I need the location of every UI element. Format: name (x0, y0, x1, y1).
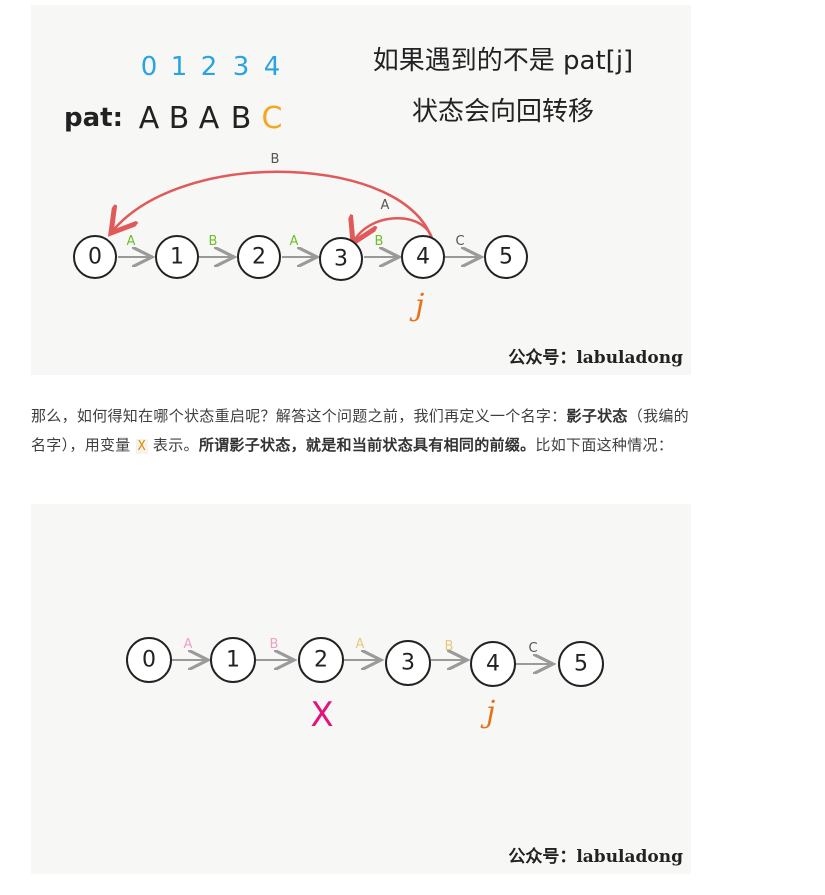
figure-shadow-state: A B A B C 0 1 2 3 4 5 X j 公众号：labuladong (31, 504, 691, 874)
svg-text:3: 3 (334, 247, 348, 272)
state-node-3: 3 (319, 237, 363, 281)
fig2-state-node-5: 5 (558, 641, 604, 687)
svg-text:2: 2 (252, 245, 266, 270)
fig2-state-node-0: 0 (126, 637, 172, 683)
title-line-1: 如果遇到的不是 pat[j] (373, 46, 633, 76)
state-node-2: 2 (237, 235, 281, 279)
fig1-svg: 0 1 2 3 4 pat: A B A B C 如果遇到的不是 pat[j] … (64, 46, 683, 368)
shadow-x-label: X (310, 695, 333, 735)
svg-text:4: 4 (486, 652, 500, 677)
fig2-edge-1-2-label: B (270, 637, 279, 652)
fig2-edge-4-5-label: C (528, 641, 537, 656)
para-text-4: 比如下面这种情况： (535, 436, 674, 454)
pointer-j: j (409, 288, 424, 323)
svg-text:5: 5 (499, 245, 513, 270)
svg-text:0: 0 (88, 245, 102, 270)
pat-char-2: A (199, 101, 220, 136)
edge-3-4-label: B (375, 234, 384, 249)
state-node-4: 4 (401, 235, 445, 279)
back-edge-4-to-0-label: B (271, 152, 280, 167)
fig2-svg: A B A B C 0 1 2 3 4 5 X j 公众号：labuladong (126, 637, 683, 867)
title-line-2: 状态会向回转移 (412, 97, 594, 127)
index-0: 0 (141, 52, 158, 82)
edge-4-5-label: C (455, 234, 464, 249)
edge-1-2-label: B (209, 234, 218, 249)
pat-chars: A B A B C (139, 101, 283, 136)
inline-code-x: X (135, 439, 148, 454)
state-node-0: 0 (73, 235, 117, 279)
para-bold-1: 影子状态 (566, 407, 628, 425)
para-text-1: 那么，如何得知在哪个状态重启呢？解答这个问题之前，我们再定义一个名字： (31, 407, 567, 425)
svg-text:2: 2 (314, 648, 328, 673)
body-paragraph: 那么，如何得知在哪个状态重启呢？解答这个问题之前，我们再定义一个名字：影子状态（… (31, 402, 691, 461)
fig2-watermark: 公众号：labuladong (508, 846, 683, 867)
edge-0-1-label: A (127, 234, 136, 249)
state-node-5: 5 (484, 235, 528, 279)
index-2: 2 (201, 52, 218, 82)
index-1: 1 (171, 52, 188, 82)
fig2-pointer-j: j (480, 695, 495, 730)
pat-char-1: B (169, 101, 190, 136)
pat-char-3: B (231, 101, 252, 136)
svg-text:1: 1 (170, 245, 184, 270)
index-4: 4 (264, 52, 281, 82)
fig2-state-node-2: 2 (298, 637, 344, 683)
fig2-edge-0-1-label: A (184, 637, 193, 652)
para-bold-2: 所谓影子状态，就是和当前状态具有相同的前缀。 (198, 436, 536, 454)
svg-text:5: 5 (574, 652, 588, 677)
figure-state-transition-back: 0 1 2 3 4 pat: A B A B C 如果遇到的不是 pat[j] … (31, 5, 691, 375)
fig2-state-node-4: 4 (470, 641, 516, 687)
pat-char-0: A (139, 101, 160, 136)
back-edge-4-to-3-label: A (381, 198, 390, 213)
fig2-edge-3-4-label: B (445, 639, 454, 654)
edge-2-3-label: A (290, 234, 299, 249)
fig2-state-node-1: 1 (210, 637, 256, 683)
state-node-1: 1 (155, 235, 199, 279)
fig2-state-node-3: 3 (385, 640, 431, 686)
svg-text:1: 1 (226, 648, 240, 673)
svg-text:3: 3 (401, 651, 415, 676)
pat-char-4-highlight: C (262, 101, 283, 136)
svg-text:0: 0 (142, 648, 156, 673)
fig2-edge-2-3-label: A (356, 637, 365, 652)
index-3: 3 (233, 52, 250, 82)
para-text-3: 表示。 (152, 436, 199, 454)
watermark: 公众号：labuladong (508, 347, 683, 368)
svg-text:4: 4 (416, 245, 430, 270)
index-row: 0 1 2 3 4 (141, 52, 281, 82)
pat-label: pat: (64, 103, 123, 133)
